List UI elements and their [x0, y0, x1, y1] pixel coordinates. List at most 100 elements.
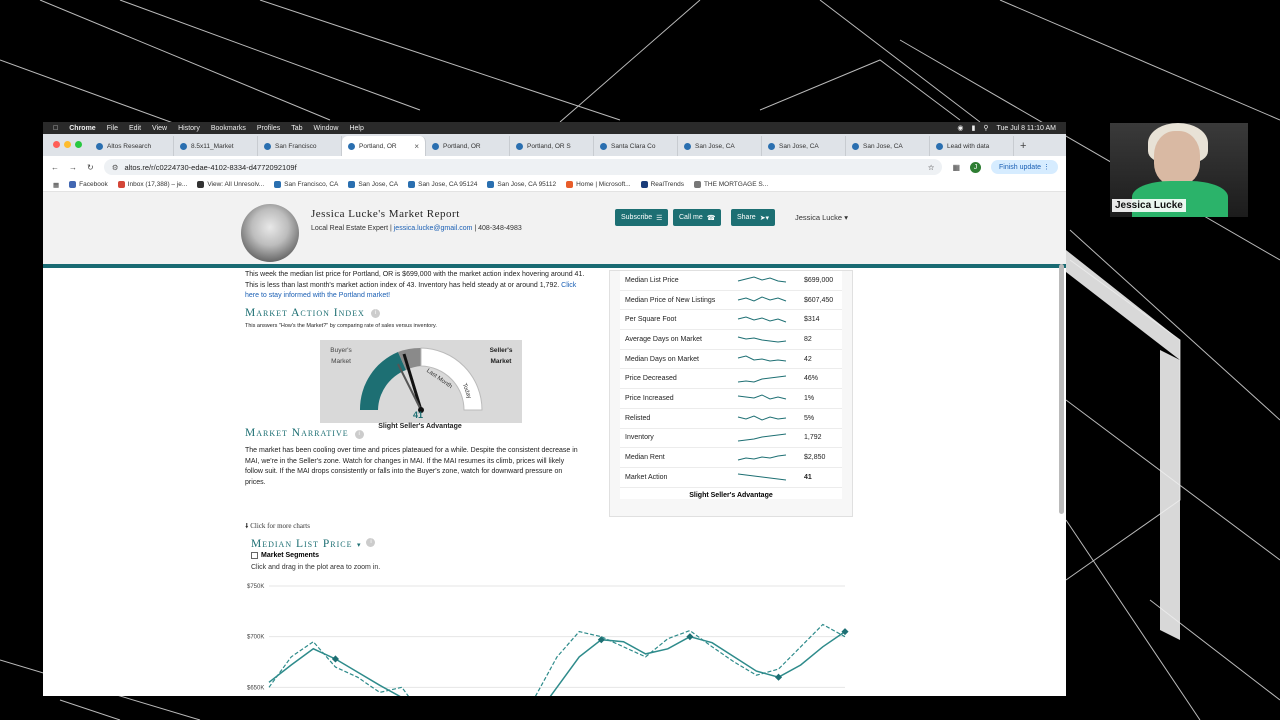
finish-update-label: Finish update: [999, 164, 1042, 171]
zoom-window-button[interactable]: [75, 141, 82, 148]
tab-portland-2[interactable]: Portland, OR: [426, 136, 510, 156]
sellers-market-label: Seller's Market: [489, 347, 513, 365]
stat-value: 1%: [804, 394, 815, 402]
menu-profiles[interactable]: Profiles: [257, 125, 280, 132]
median-list-price-section: 🠛 Click for more charts Median List Pric…: [245, 522, 855, 696]
market-segments-checkbox[interactable]: [251, 552, 258, 559]
forward-icon[interactable]: →: [69, 163, 77, 172]
chevron-down-icon: ▾: [356, 542, 361, 549]
menu-app-name[interactable]: Chrome: [69, 125, 95, 132]
bookmark-sj-95112[interactable]: San Jose, CA 95112: [487, 181, 556, 188]
menu-file[interactable]: File: [107, 125, 118, 132]
stat-label: Relisted: [625, 414, 651, 422]
subscribe-button[interactable]: Subscribe ☰: [615, 209, 669, 226]
apps-icon[interactable]: ▦: [53, 181, 59, 189]
median-list-price-chart[interactable]: $750K$700K$650K$600K: [245, 578, 855, 696]
data-point[interactable]: [331, 655, 339, 663]
finish-update-button[interactable]: Finish update ⋮: [991, 160, 1058, 174]
globe-icon: [274, 181, 282, 188]
menu-edit[interactable]: Edit: [129, 125, 141, 132]
extensions-icon[interactable]: ▦: [952, 163, 960, 172]
tab-santa-clara[interactable]: Santa Clara Co: [594, 136, 678, 156]
tab-label: San Jose, CA: [779, 142, 819, 150]
new-tab-button[interactable]: +: [1014, 140, 1032, 156]
bookmark-sj[interactable]: San Jose, CA: [348, 181, 398, 188]
mai-description: This answers "How's the Market?" by comp…: [245, 323, 437, 329]
menu-window[interactable]: Window: [314, 125, 339, 132]
data-point[interactable]: [775, 673, 783, 681]
menubar-clock[interactable]: Tue Jul 8 11:10 AM: [996, 125, 1056, 132]
menu-tab[interactable]: Tab: [291, 125, 302, 132]
tab-label: San Jose, CA: [695, 142, 735, 150]
tab-portland-active[interactable]: Portland, OR ×: [342, 136, 426, 156]
bookmark-label: San Jose, CA 95112: [497, 181, 557, 188]
info-icon[interactable]: i: [366, 538, 376, 548]
tab-san-jose-3[interactable]: San Jose, CA: [846, 136, 930, 156]
apple-icon[interactable]: : [53, 125, 58, 132]
tab-san-jose-2[interactable]: San Jose, CA: [762, 136, 846, 156]
stat-label: Average Days on Market: [625, 335, 702, 343]
tab-san-jose-1[interactable]: San Jose, CA: [678, 136, 762, 156]
menu-view[interactable]: View: [152, 125, 167, 132]
search-icon[interactable]: ⚲: [983, 124, 988, 132]
bookmark-label: San Jose, CA: [358, 181, 399, 188]
more-charts-link[interactable]: 🠛 Click for more charts: [245, 522, 855, 533]
data-point[interactable]: [686, 633, 694, 641]
browser-window:  Chrome File Edit View History Bookmark…: [43, 122, 1066, 696]
close-tab-icon[interactable]: ×: [414, 142, 419, 151]
favicon-icon: [852, 142, 859, 150]
stat-label: Median Days on Market: [625, 355, 699, 363]
bookmark-sj-95124[interactable]: San Jose, CA 95124: [408, 181, 477, 188]
tab-lead-with-data[interactable]: Lead with data: [930, 136, 1014, 156]
address-bar[interactable]: ⚙ altos.re/r/c0224730-edae-4102-8334-d47…: [103, 159, 943, 175]
page-scrollbar[interactable]: [1059, 264, 1064, 514]
tab-market-pdf[interactable]: 8.5x11_Market: [174, 136, 258, 156]
user-menu[interactable]: Jessica Lucke ▾: [795, 213, 848, 222]
bookmark-mortgage[interactable]: THE MORTGAGE S...: [693, 181, 768, 188]
menu-bookmarks[interactable]: Bookmarks: [211, 125, 246, 132]
reload-icon[interactable]: ↻: [87, 163, 94, 172]
tab-san-francisco[interactable]: San Francisco: [258, 136, 342, 156]
narrative-text: The market has been cooling over time an…: [245, 447, 578, 486]
bookmark-microsoft[interactable]: Home | Microsoft...: [566, 181, 631, 188]
bookmark-realtrends[interactable]: RealTrends: [640, 181, 684, 188]
close-window-button[interactable]: [53, 141, 60, 148]
favicon-icon: [684, 142, 691, 150]
minimize-window-button[interactable]: [64, 141, 71, 148]
share-button[interactable]: Share ➤▾: [731, 209, 776, 226]
mortgage-icon: [693, 181, 701, 188]
menu-history[interactable]: History: [178, 125, 200, 132]
stat-value: $607,450: [804, 296, 834, 304]
profile-avatar[interactable]: J: [970, 161, 982, 173]
market-segments-toggle[interactable]: Market Segments: [251, 552, 319, 559]
call-me-button[interactable]: Call me ☎: [673, 209, 722, 226]
back-icon[interactable]: ←: [51, 163, 59, 172]
tab-altos-research[interactable]: Altos Research: [90, 136, 174, 156]
wifi-icon[interactable]: ◉: [957, 124, 963, 132]
series-line: [268, 623, 846, 696]
bookmark-star-icon[interactable]: ☆: [928, 163, 935, 172]
site-info-icon[interactable]: ⚙: [112, 163, 119, 172]
bookmark-unresolved[interactable]: View: All Unresolv...: [197, 181, 264, 188]
menu-help[interactable]: Help: [349, 125, 363, 132]
bookmark-label: RealTrends: [650, 181, 684, 188]
tab-strip: Altos Research 8.5x11_Market San Francis…: [43, 134, 1066, 156]
favicon-icon: [432, 142, 439, 150]
chart-title-dropdown[interactable]: Median List Price ▾ i: [251, 534, 376, 552]
bookmark-facebook[interactable]: Facebook: [69, 181, 108, 188]
tab-label: San Francisco: [275, 142, 317, 150]
tab-portland-3[interactable]: Portland, OR S: [510, 136, 594, 156]
bookmark-gmail[interactable]: Inbox (17,388) – je...: [117, 181, 187, 188]
agent-email-link[interactable]: jessica.lucke@gmail.com: [394, 225, 473, 232]
presenter-video: Jessica Lucke: [1110, 123, 1248, 217]
stat-row: Price Decreased 46%: [620, 369, 842, 390]
rss-icon: ☰: [656, 214, 663, 222]
favicon-icon: [936, 142, 943, 150]
bookmark-sf[interactable]: San Francisco, CA: [274, 181, 338, 188]
summary-paragraph: This week the median list price for Port…: [245, 270, 585, 302]
narrative-heading: Market Narrative i: [245, 427, 364, 441]
info-icon[interactable]: i: [370, 309, 380, 319]
info-icon[interactable]: i: [354, 429, 364, 439]
sparkline: [737, 473, 787, 481]
battery-icon[interactable]: ▮: [971, 124, 975, 132]
